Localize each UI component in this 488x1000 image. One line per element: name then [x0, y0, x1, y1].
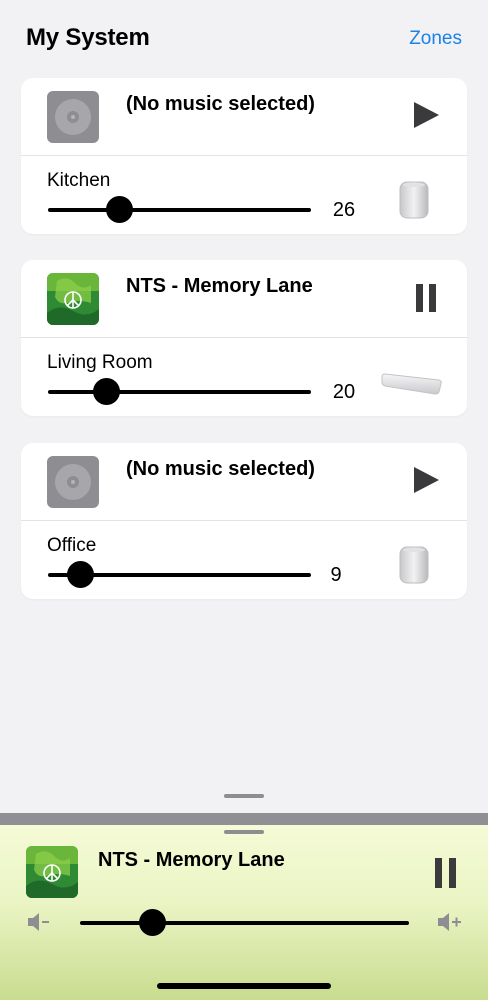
group-volume-slider-knob[interactable]	[139, 909, 167, 936]
mini-player-separator	[0, 813, 488, 825]
mini-player-track-title[interactable]: NTS - Memory Lane	[98, 849, 285, 872]
zone-card-kitchen[interactable]: (No music selected) Kitchen 26	[21, 78, 467, 234]
no-album-art-icon	[47, 91, 99, 143]
page-title: My System	[26, 24, 150, 51]
play-button[interactable]	[411, 465, 441, 495]
volume-slider-knob[interactable]	[92, 378, 120, 405]
header: My System Zones	[0, 0, 488, 78]
pause-button[interactable]	[434, 857, 458, 889]
mini-player[interactable]: NTS - Memory Lane	[0, 825, 488, 1000]
play-button[interactable]	[411, 100, 441, 130]
room-name: Living Room	[47, 352, 153, 373]
group-volume-slider[interactable]	[80, 909, 409, 936]
volume-down-icon[interactable]	[26, 911, 50, 938]
track-title: (No music selected)	[126, 93, 315, 115]
volume-slider[interactable]	[48, 378, 311, 405]
zones-button[interactable]: Zones	[409, 28, 462, 50]
volume-slider[interactable]	[48, 561, 311, 588]
now-playing-row[interactable]: NTS - Memory Lane	[21, 260, 467, 337]
home-indicator[interactable]	[157, 983, 331, 989]
track-title: NTS - Memory Lane	[126, 275, 313, 297]
divider	[21, 520, 467, 521]
soundbar-icon	[381, 370, 443, 401]
sheet-grabber[interactable]	[224, 794, 264, 798]
room-name: Kitchen	[47, 170, 111, 191]
now-playing-row[interactable]: (No music selected)	[21, 78, 467, 155]
mini-player-grabber[interactable]	[224, 830, 264, 834]
divider	[21, 155, 467, 156]
room-name: Office	[47, 535, 97, 556]
now-playing-row[interactable]: (No music selected)	[21, 443, 467, 520]
volume-slider[interactable]	[48, 196, 311, 223]
volume-value: 20	[332, 381, 356, 403]
pause-button[interactable]	[411, 282, 441, 312]
speaker-one-icon	[399, 181, 429, 224]
no-album-art-icon	[47, 456, 99, 508]
volume-slider-knob[interactable]	[66, 561, 94, 588]
zone-card-living-room[interactable]: NTS - Memory Lane Living Room 20	[21, 260, 467, 416]
volume-up-icon[interactable]	[436, 911, 462, 938]
zone-card-office[interactable]: (No music selected) Office 9	[21, 443, 467, 599]
speaker-one-icon	[399, 546, 429, 589]
album-art	[47, 273, 99, 325]
volume-slider-knob[interactable]	[106, 196, 133, 223]
album-art[interactable]	[26, 846, 78, 898]
track-title: (No music selected)	[126, 458, 315, 480]
volume-value: 9	[330, 564, 342, 586]
divider	[21, 337, 467, 338]
volume-value: 26	[332, 199, 356, 221]
